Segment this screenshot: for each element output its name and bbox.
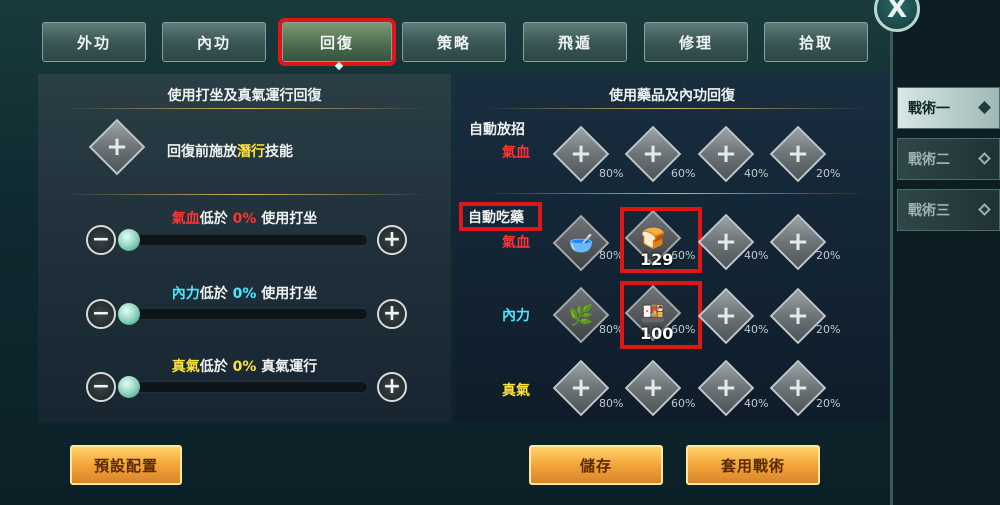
- highlight-box: [620, 207, 702, 273]
- apply-tactics-button[interactable]: 套用戰術: [686, 445, 820, 485]
- tab-strategy[interactable]: 策略: [402, 22, 506, 62]
- mp-threshold-value: 0%: [232, 286, 257, 302]
- tab-pickup[interactable]: 拾取: [764, 22, 868, 62]
- below-text: 低於: [199, 286, 233, 302]
- tab-external-skill[interactable]: 外功: [42, 22, 146, 62]
- pct-label: 40%: [744, 249, 769, 262]
- diamond-icon: [978, 152, 991, 165]
- plus-icon: +: [787, 227, 809, 257]
- pct-label: 80%: [599, 167, 624, 180]
- preset-button[interactable]: 預設配置: [70, 445, 182, 485]
- plus-icon: +: [715, 139, 737, 169]
- save-button[interactable]: 儲存: [529, 445, 663, 485]
- auto-potion-label: 自動吃藥: [468, 210, 524, 226]
- diamond-icon: [978, 203, 991, 216]
- pct-label: 80%: [599, 397, 624, 410]
- divider: [480, 193, 870, 194]
- mp-slider-knob[interactable]: [118, 303, 140, 325]
- diamond-icon: [978, 101, 991, 114]
- mp-action: 使用打坐: [256, 286, 318, 302]
- pct-label: 20%: [816, 397, 841, 410]
- qi-action: 真氣運行: [256, 359, 318, 375]
- below-text: 低於: [199, 359, 233, 375]
- plus-icon: +: [642, 373, 664, 403]
- plus-icon: +: [715, 373, 737, 403]
- pct-label: 40%: [744, 167, 769, 180]
- mp-decrease-button[interactable]: −: [86, 299, 116, 329]
- qi-decrease-button[interactable]: −: [86, 372, 116, 402]
- herb-plate-icon: 🌿: [568, 303, 594, 327]
- potion-title: 使用藥品及內功回復: [609, 88, 735, 104]
- auto-skill-hp-label: 氣血: [502, 145, 530, 161]
- hp-decrease-button[interactable]: −: [86, 225, 116, 255]
- plus-icon: +: [787, 139, 809, 169]
- hp-threshold-value: 0%: [232, 211, 257, 227]
- plus-icon: +: [106, 132, 128, 162]
- qi-threshold-value: 0%: [232, 359, 257, 375]
- divider: [480, 108, 870, 109]
- plus-icon: +: [570, 373, 592, 403]
- tactic-tab-label: 戰術三: [908, 203, 950, 219]
- divider: [60, 108, 430, 109]
- pct-label: 20%: [816, 167, 841, 180]
- plus-icon: +: [715, 301, 737, 331]
- qi-row-label: 真氣: [502, 383, 530, 399]
- mp-name: 內力: [171, 286, 200, 302]
- tactic-tab-1[interactable]: 戰術一: [897, 87, 1000, 129]
- auto-skill-label: 自動放招: [469, 122, 525, 138]
- pct-label: 20%: [816, 249, 841, 262]
- tactic-tab-3[interactable]: 戰術三: [897, 189, 1000, 231]
- qi-increase-button[interactable]: +: [377, 372, 407, 402]
- below-text: 低於: [199, 211, 233, 227]
- qi-slider-knob[interactable]: [118, 376, 140, 398]
- hp-row-label: 氣血: [502, 235, 530, 251]
- tab-flight[interactable]: 飛遁: [523, 22, 627, 62]
- pct-label: 20%: [816, 323, 841, 336]
- pct-label: 60%: [671, 397, 696, 410]
- pct-label: 60%: [671, 167, 696, 180]
- pre-skill-name: 潛行: [237, 144, 265, 160]
- hp-name: 氣血: [171, 211, 200, 227]
- pct-label: 40%: [744, 397, 769, 410]
- pre-skill-suffix: 技能: [265, 144, 293, 160]
- hp-increase-button[interactable]: +: [377, 225, 407, 255]
- qi-name: 真氣: [171, 359, 200, 375]
- highlight-box: [620, 281, 702, 349]
- hp-action: 使用打坐: [256, 211, 318, 227]
- plus-icon: +: [787, 373, 809, 403]
- plus-icon: +: [715, 227, 737, 257]
- plus-icon: +: [570, 139, 592, 169]
- pct-label: 40%: [744, 323, 769, 336]
- mp-increase-button[interactable]: +: [377, 299, 407, 329]
- tactic-tab-label: 戰術一: [908, 101, 950, 117]
- hp-slider-knob[interactable]: [118, 229, 140, 251]
- divider: [60, 194, 430, 195]
- plus-icon: +: [642, 139, 664, 169]
- mp-slider-track[interactable]: [122, 308, 368, 320]
- meditation-title: 使用打坐及真氣運行回復: [167, 88, 322, 104]
- tab-recovery[interactable]: 回復: [278, 18, 396, 66]
- qi-slider-track[interactable]: [122, 381, 368, 393]
- herb-bowl-icon: 🥣: [568, 231, 594, 255]
- plus-icon: +: [787, 301, 809, 331]
- tab-repair[interactable]: 修理: [644, 22, 748, 62]
- tactic-tab-label: 戰術二: [908, 152, 950, 168]
- pre-skill-text: 回復前施放潛行技能: [167, 141, 293, 161]
- pre-skill-prefix: 回復前施放: [167, 144, 237, 160]
- tactic-tab-2[interactable]: 戰術二: [897, 138, 1000, 180]
- hp-slider-track[interactable]: [122, 234, 368, 246]
- tab-bar: 外功 內功 回復 策略 飛遁 修理 拾取: [42, 18, 872, 66]
- mp-row-label: 內力: [502, 308, 530, 324]
- tab-internal-skill[interactable]: 內功: [162, 22, 266, 62]
